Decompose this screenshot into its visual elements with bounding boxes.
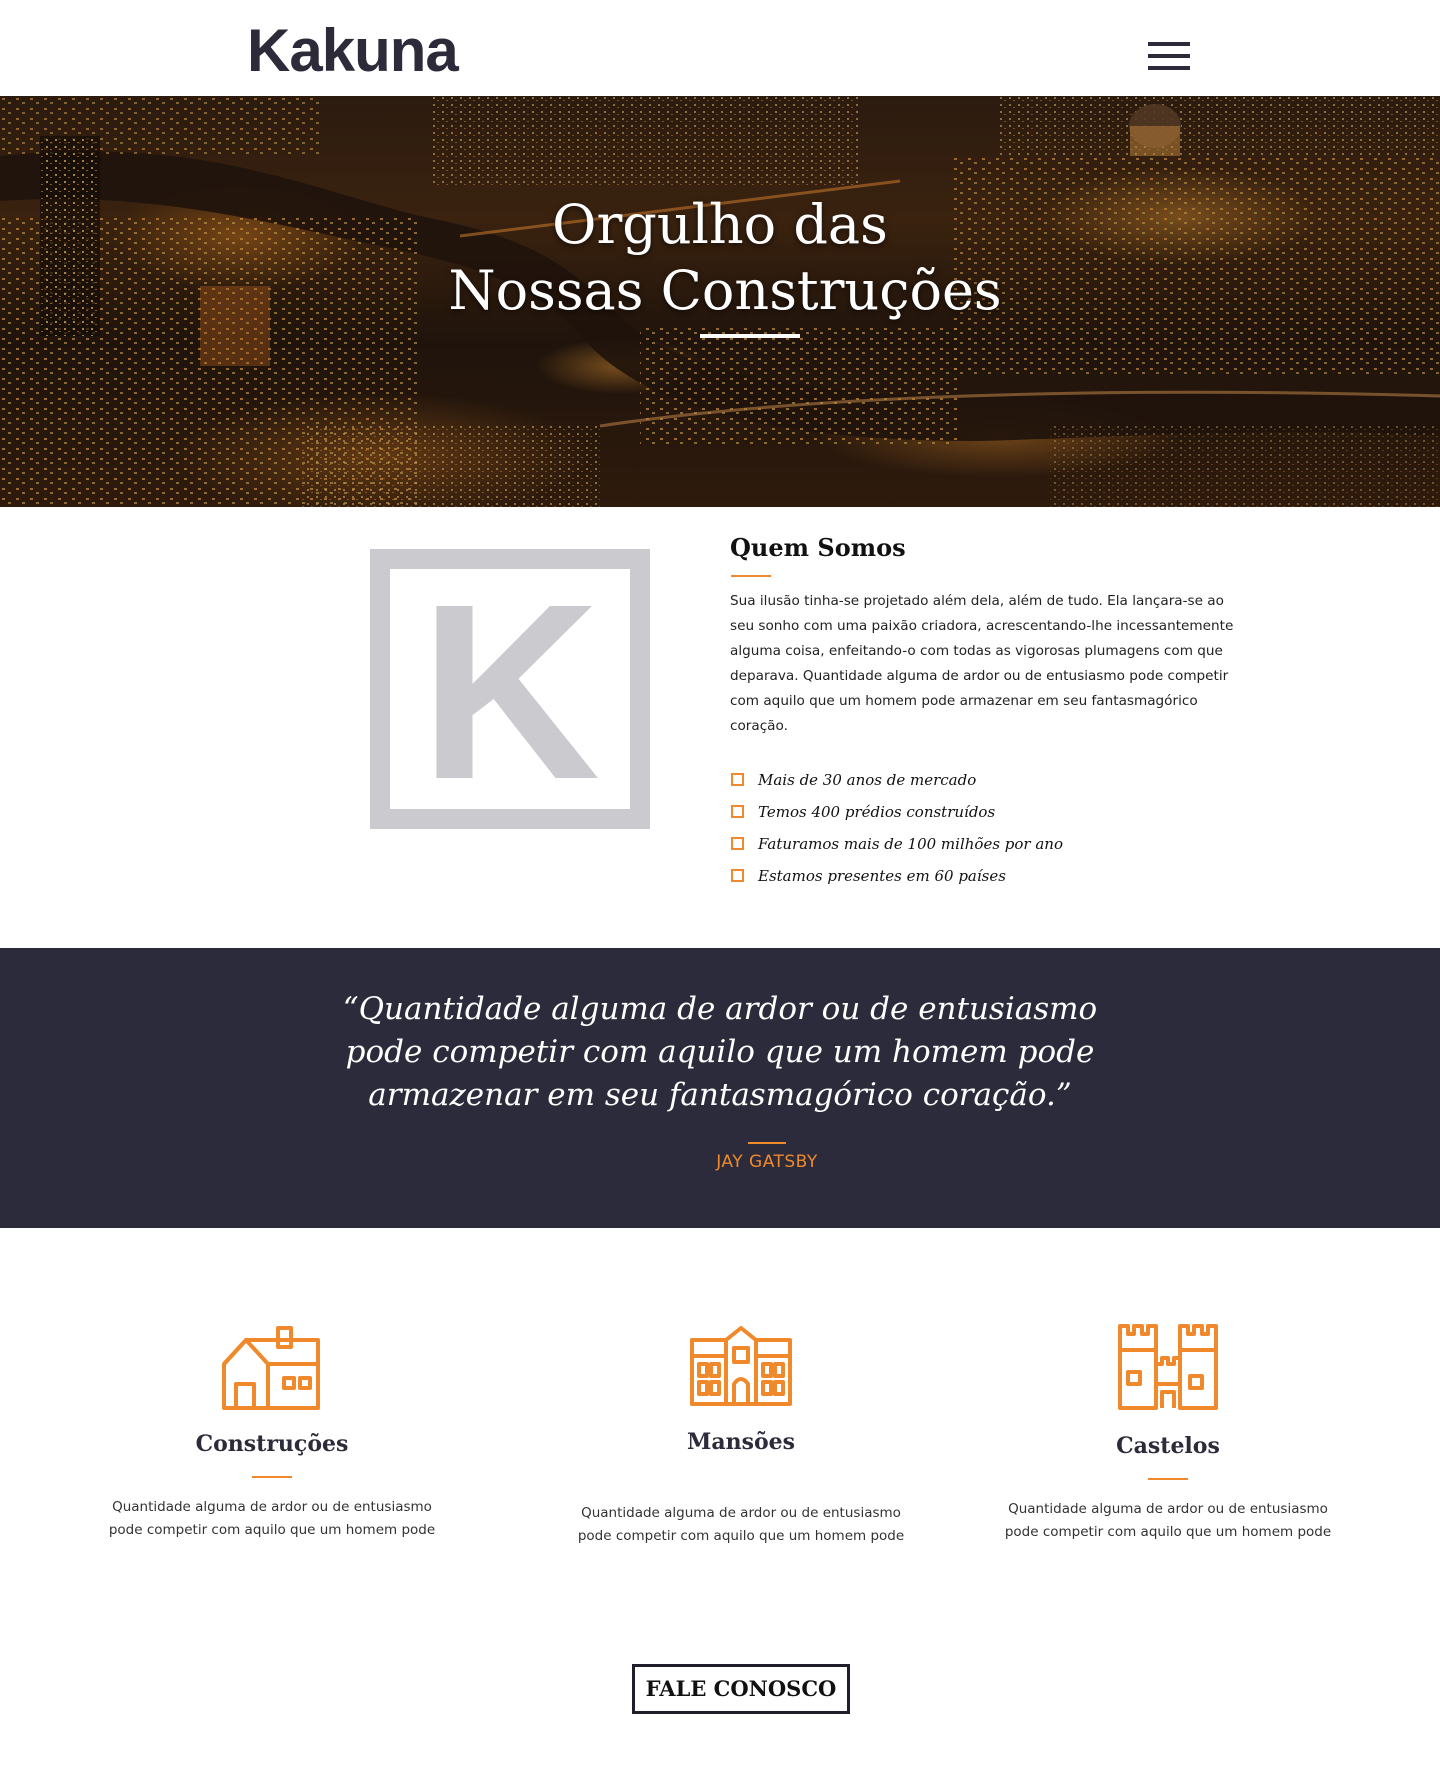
service-divider: [1148, 1478, 1188, 1480]
menu-bar: [1148, 54, 1190, 58]
service-text: Quantidade alguma de ardor ou de entusia…: [577, 1505, 905, 1544]
house-icon: [222, 1326, 320, 1410]
contact-button[interactable]: FALE CONOSCO: [632, 1664, 850, 1714]
service-title: Construções: [195, 1431, 349, 1457]
hero-title-line1: Orgulho das: [552, 193, 888, 256]
service-card-castelos: Castelos Quantidade alguma de ardor ou d…: [1003, 1324, 1333, 1544]
list-item: Faturamos mais de 100 milhões por ano: [730, 832, 1063, 864]
list-item: Temos 400 prédios construídos: [730, 800, 1063, 832]
hero-title: Orgulho das Nossas Construções: [0, 192, 1440, 324]
quote-section: “Quantidade alguma de ardor ou de entusi…: [0, 948, 1440, 1228]
service-text: Quantidade alguma de ardor ou de entusia…: [1004, 1501, 1332, 1540]
menu-bar: [1148, 66, 1190, 70]
site-logo[interactable]: Kakuna: [247, 18, 459, 84]
list-item: Estamos presentes em 60 países: [730, 864, 1063, 896]
service-card-construcoes: Construções Quantidade alguma de ardor o…: [107, 1326, 437, 1542]
about-title: Quem Somos: [730, 533, 906, 562]
about-divider: [731, 575, 771, 577]
about-text: Sua ilusão tinha-se projetado além dela,…: [730, 593, 1234, 734]
list-item: Mais de 30 anos de mercado: [730, 768, 1063, 800]
quote-divider: [748, 1142, 786, 1144]
hamburger-menu-icon[interactable]: [1148, 42, 1192, 74]
list-item-text: Estamos presentes em 60 países: [758, 867, 1006, 885]
checkbox-icon: [731, 869, 744, 882]
hero-banner: Orgulho das Nossas Construções: [0, 96, 1440, 507]
menu-bar: [1148, 42, 1190, 46]
logo-letter: K: [419, 552, 601, 831]
checkbox-icon: [731, 837, 744, 850]
checkbox-icon: [731, 773, 744, 786]
hero-divider: [700, 334, 800, 338]
hero-title-line2: Nossas Construções: [448, 259, 1002, 322]
quote-text: “Quantidade alguma de ardor ou de entusi…: [342, 991, 1098, 1113]
service-text: Quantidade alguma de ardor ou de entusia…: [108, 1499, 436, 1538]
service-card-mansoes: Mansões Quantidade alguma de ardor ou de…: [576, 1326, 906, 1548]
service-title: Mansões: [686, 1429, 796, 1455]
site-header: Kakuna: [0, 0, 1440, 96]
castle-icon: [1118, 1324, 1218, 1410]
checkbox-icon: [731, 805, 744, 818]
list-item-text: Temos 400 prédios construídos: [758, 803, 996, 821]
service-divider: [252, 1476, 292, 1478]
quote-author: JAY GATSBY: [716, 1152, 818, 1172]
company-logo-mark: K: [370, 549, 650, 829]
list-item-text: Faturamos mais de 100 milhões por ano: [758, 835, 1063, 853]
service-title: Castelos: [1116, 1433, 1220, 1459]
list-item-text: Mais de 30 anos de mercado: [758, 771, 977, 789]
mansion-icon: [690, 1326, 792, 1406]
about-facts-list: Mais de 30 anos de mercado Temos 400 pré…: [730, 768, 1063, 896]
